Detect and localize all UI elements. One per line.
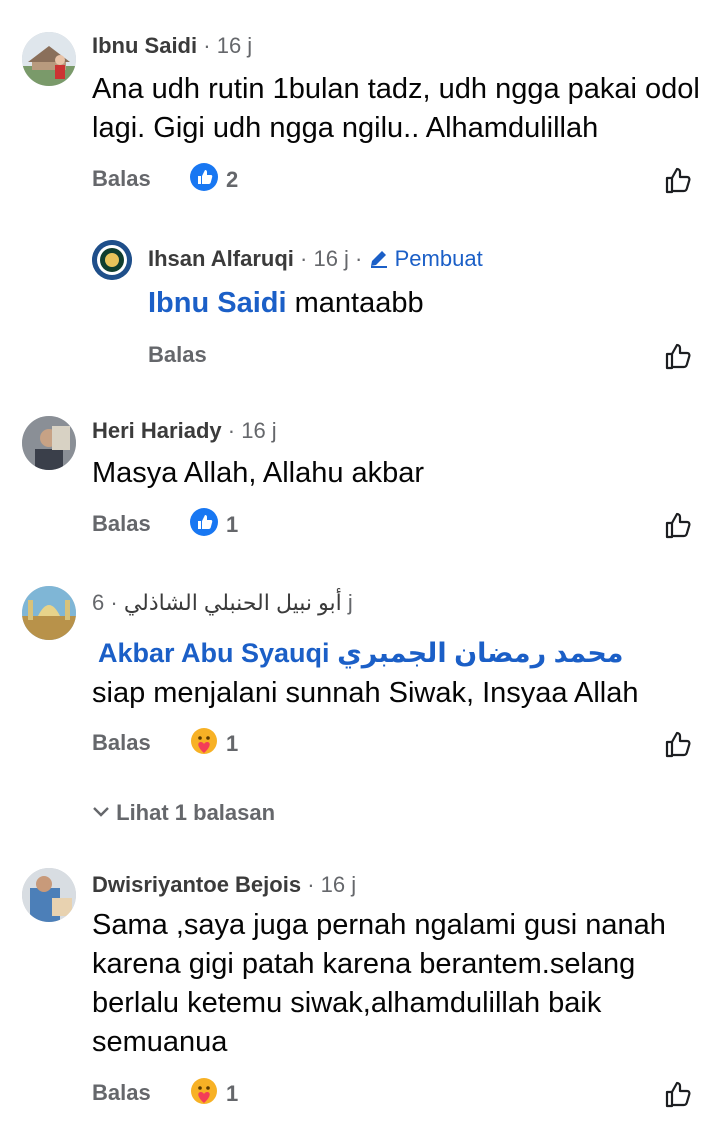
comment-actions: Balas 1: [92, 1074, 702, 1110]
avatar[interactable]: [22, 416, 76, 470]
like-icon: [190, 508, 218, 541]
reaction-summary[interactable]: 2: [190, 163, 238, 196]
comment-text: Ana udh rutin 1bulan tadz, udh ngga paka…: [92, 73, 700, 144]
like-icon[interactable]: [663, 341, 693, 371]
avatar[interactable]: [22, 586, 76, 640]
avatar[interactable]: [22, 32, 76, 86]
avatar[interactable]: [22, 868, 76, 922]
mention-link[interactable]: محمد رمضان الجمبري: [337, 638, 623, 668]
reaction-count: 1: [226, 511, 239, 537]
comment-time: · 16 j: [227, 418, 277, 443]
comment-actions: Balas 1: [92, 724, 702, 760]
view-replies-button[interactable]: Lihat 1 balasan: [92, 800, 275, 826]
mention-link[interactable]: Akbar Abu Syauqi: [98, 638, 330, 668]
care-icon: [190, 1077, 218, 1110]
like-icon[interactable]: [663, 510, 693, 540]
reaction-summary[interactable]: 1: [190, 1077, 238, 1110]
comment-actions: Balas 2: [92, 160, 702, 196]
comment-text: Sama ,saya juga pernah ngalami gusi nana…: [92, 909, 666, 1058]
chevron-down-icon: [92, 800, 116, 825]
like-icon: [190, 163, 218, 196]
comment-text: Akbar Abu Syauqi محمد رمضان الجمبري: [98, 634, 708, 673]
author-badge: Pembuat: [369, 246, 483, 271]
comment-text: Masya Allah, Allahu akbar: [92, 457, 425, 489]
like-icon[interactable]: [663, 165, 693, 195]
comment-author[interactable]: Ihsan Alfaruqi: [148, 246, 294, 271]
reply-button[interactable]: Balas: [148, 342, 207, 368]
reaction-count: 1: [226, 730, 239, 756]
reply-button[interactable]: Balas: [92, 511, 151, 537]
comment-actions: Balas 1: [92, 505, 702, 541]
like-icon[interactable]: [663, 1079, 693, 1109]
reaction-count: 2: [226, 166, 239, 192]
comment-author[interactable]: Heri Hariady: [92, 418, 222, 443]
reaction-count: 1: [226, 1080, 239, 1106]
comment-text: siap menjalani sunnah Siwak, Insyaa Alla…: [92, 677, 639, 709]
reaction-summary[interactable]: 1: [190, 727, 238, 760]
mention-link[interactable]: Ibnu Saidi: [148, 287, 287, 319]
reaction-summary[interactable]: 1: [190, 508, 238, 541]
avatar[interactable]: [92, 240, 132, 280]
reply-button[interactable]: Balas: [92, 730, 151, 756]
comment-time: · 16 j ·: [300, 246, 369, 271]
reply-button[interactable]: Balas: [92, 166, 151, 192]
reply-button[interactable]: Balas: [92, 1080, 151, 1106]
comment-actions: Balas: [148, 336, 702, 372]
comment-author[interactable]: Dwisriyantoe Bejois: [92, 872, 301, 897]
pencil-icon: [369, 246, 395, 271]
comment-author[interactable]: أبو نبيل الحنبلي الشاذلي: [124, 590, 342, 615]
comment-time: · 16 j: [307, 872, 357, 897]
comment-time: · 16 j: [203, 33, 253, 58]
care-icon: [190, 727, 218, 760]
comment-author[interactable]: Ibnu Saidi: [92, 33, 197, 58]
like-icon[interactable]: [663, 729, 693, 759]
comment-text: Ibnu Saidi mantaabb: [148, 287, 424, 319]
